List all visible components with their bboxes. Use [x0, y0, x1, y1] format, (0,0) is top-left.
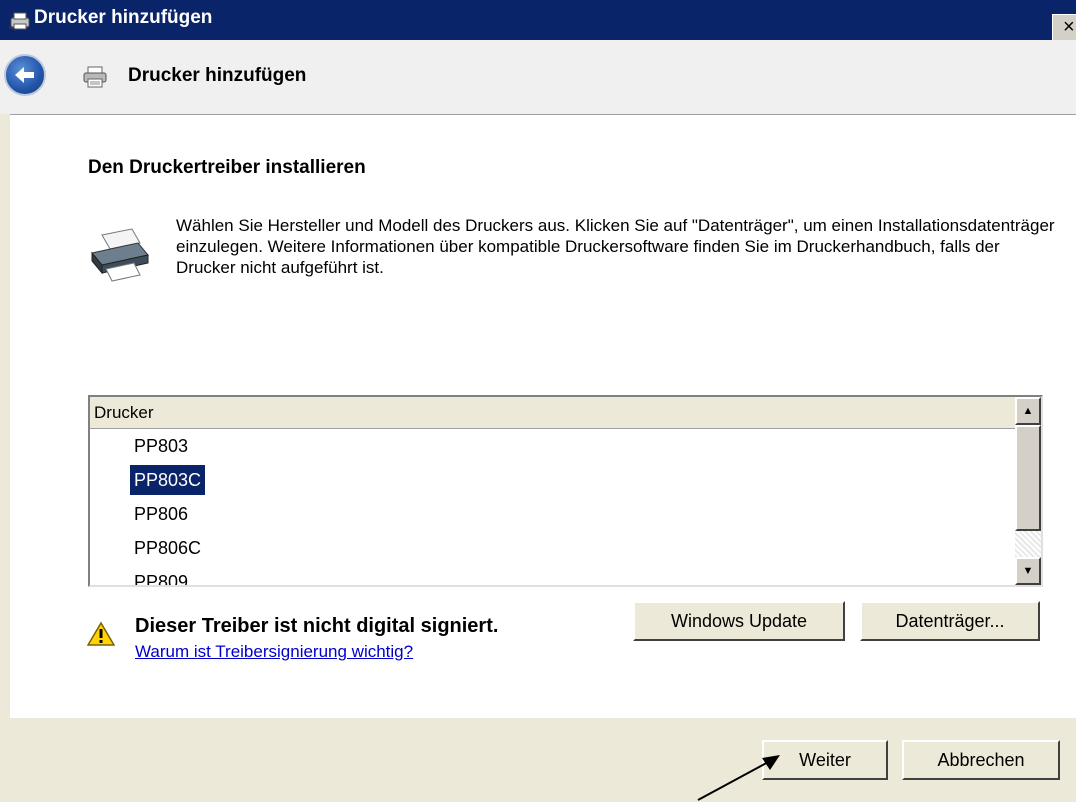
arrow-annotation-icon	[690, 750, 790, 807]
back-button[interactable]	[4, 54, 46, 96]
list-item[interactable]: PP806	[130, 499, 192, 529]
list-item[interactable]: PP806C	[130, 533, 205, 563]
vertical-scrollbar[interactable]: ▲ ▼	[1015, 397, 1041, 585]
section-title: Den Druckertreiber installieren	[88, 157, 366, 178]
disk-button[interactable]: Datenträger...	[860, 601, 1040, 641]
driver-signing-link[interactable]: Warum ist Treibersignierung wichtig?	[135, 642, 413, 662]
window-title: Drucker hinzufügen	[34, 7, 213, 28]
title-bar[interactable]: Drucker hinzufügen ×	[0, 0, 1076, 40]
scroll-up-button[interactable]: ▲	[1015, 397, 1041, 425]
content-panel: Den Druckertreiber installieren Wählen S…	[10, 114, 1076, 718]
cancel-button[interactable]: Abbrechen	[902, 740, 1060, 780]
list-column-header[interactable]: Drucker	[90, 397, 1015, 429]
printer-driver-icon	[88, 225, 152, 288]
instructions-text: Wählen Sie Hersteller und Modell des Dru…	[176, 216, 1055, 277]
windows-update-button[interactable]: Windows Update	[633, 601, 845, 641]
wizard-title: Drucker hinzufügen	[128, 65, 307, 86]
wizard-footer: Weiter Abbrechen	[0, 718, 1076, 802]
list-item[interactable]: PP809	[130, 567, 192, 585]
scroll-thumb[interactable]	[1015, 425, 1041, 531]
scroll-down-button[interactable]: ▼	[1015, 557, 1041, 585]
printer-list-items: PP803 PP803C PP806 PP806C PP809	[90, 429, 1015, 585]
list-item-selected[interactable]: PP803C	[128, 464, 207, 496]
list-item[interactable]: PP803	[130, 431, 192, 461]
printer-app-icon	[8, 11, 32, 36]
warning-icon	[86, 621, 116, 652]
wizard-header: Drucker hinzufügen	[0, 40, 1076, 114]
add-printer-window: Drucker hinzufügen × Drucker hinzufügen …	[0, 0, 1076, 802]
close-button[interactable]: ×	[1052, 14, 1076, 40]
printer-listbox[interactable]: Drucker PP803 PP803C PP806 PP806C PP809 …	[88, 395, 1043, 587]
unsigned-driver-warning: Dieser Treiber ist nicht digital signier…	[135, 615, 499, 637]
printer-icon	[82, 66, 108, 93]
back-arrow-icon	[15, 67, 34, 83]
